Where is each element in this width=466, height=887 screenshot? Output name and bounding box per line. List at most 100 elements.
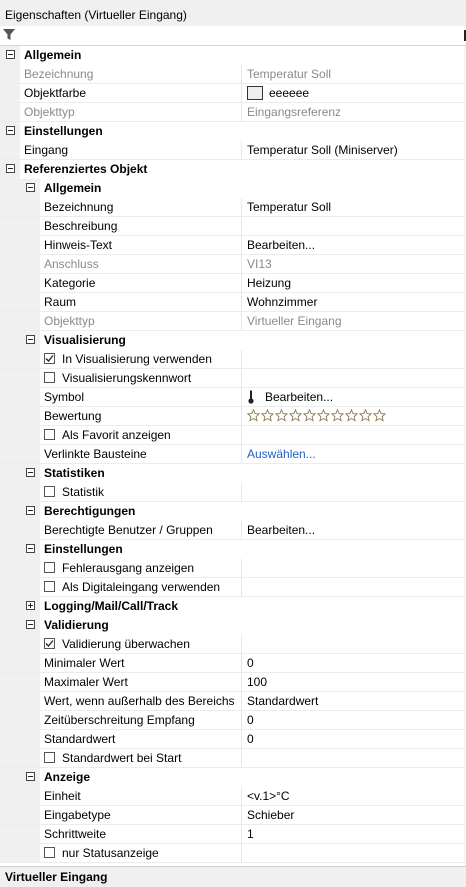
category-visualisierung[interactable]: Visualisierung [0, 331, 466, 350]
property-row-symbol[interactable]: Symbol Bearbeiten... [0, 388, 466, 407]
property-row-anschluss[interactable]: Anschluss VI13 [0, 255, 466, 274]
collapse-icon[interactable] [26, 620, 35, 629]
property-value-text[interactable]: Auswählen... [247, 447, 316, 461]
property-row-kategorie[interactable]: Kategorie Heizung [0, 274, 466, 293]
category-allgemein[interactable]: Allgemein [0, 179, 466, 198]
category-einstellungen[interactable]: Einstellungen [0, 122, 466, 141]
property-row-wert-wenn-außerhalb-des-bereichs[interactable]: Wert, wenn außerhalb des Bereichs Standar… [0, 692, 466, 711]
property-row-hinweis-text[interactable]: Hinweis-Text Bearbeiten... [0, 236, 466, 255]
property-row-statistik[interactable]: Statistik [0, 483, 466, 502]
star-icon[interactable] [344, 408, 359, 422]
property-row-raum[interactable]: Raum Wohnzimmer [0, 293, 466, 312]
property-row-als-favorit-anzeigen[interactable]: Als Favorit anzeigen [0, 426, 466, 445]
property-value[interactable]: Heizung [241, 274, 448, 292]
property-value[interactable]: 100 [241, 673, 448, 691]
collapse-icon[interactable] [6, 164, 15, 173]
property-value[interactable]: Bearbeiten... [241, 521, 448, 539]
property-row-nur-statusanzeige[interactable]: nur Statusanzeige [0, 844, 466, 863]
collapse-icon[interactable] [26, 772, 35, 781]
property-value[interactable]: Standardwert [241, 692, 448, 710]
property-value[interactable] [241, 559, 448, 577]
property-row-bezeichnung[interactable]: Bezeichnung Temperatur Soll [0, 65, 466, 84]
property-row-schrittweite[interactable]: Schrittweite 1 [0, 825, 466, 844]
property-value[interactable] [241, 407, 448, 425]
property-value[interactable]: eeeeee [241, 84, 448, 102]
collapse-icon[interactable] [26, 544, 35, 553]
category-statistiken[interactable]: Statistiken [0, 464, 466, 483]
property-value[interactable]: 0 [241, 711, 448, 729]
property-row-validierung-überwachen[interactable]: Validierung überwachen [0, 635, 466, 654]
collapse-icon[interactable] [26, 506, 35, 515]
star-icon[interactable] [288, 408, 303, 422]
checkbox[interactable] [44, 486, 55, 497]
star-icon[interactable] [358, 408, 373, 422]
property-row-bewertung[interactable]: Bewertung [0, 407, 466, 426]
property-row-als-digitaleingang-verwenden[interactable]: Als Digitaleingang verwenden [0, 578, 466, 597]
collapse-icon[interactable] [6, 50, 15, 59]
property-value[interactable]: Bearbeiten... [241, 388, 448, 406]
property-row-maximaler-wert[interactable]: Maximaler Wert 100 [0, 673, 466, 692]
star-icon[interactable] [330, 408, 345, 422]
color-swatch[interactable] [247, 86, 263, 100]
filter-bar[interactable] [0, 26, 466, 46]
property-value[interactable] [241, 369, 448, 387]
property-value[interactable]: 0 [241, 654, 448, 672]
star-icon[interactable] [302, 408, 317, 422]
checkbox[interactable] [44, 372, 55, 383]
property-row-einheit[interactable]: Einheit <v.1>°C [0, 787, 466, 806]
property-value[interactable] [241, 217, 448, 235]
collapse-icon[interactable] [26, 468, 35, 477]
property-value[interactable]: Bearbeiten... [241, 236, 448, 254]
category-logging-mail-call-track[interactable]: Logging/Mail/Call/Track [0, 597, 466, 616]
star-icon[interactable] [316, 408, 331, 422]
property-value[interactable] [241, 350, 448, 368]
collapse-icon[interactable] [26, 183, 35, 192]
checkbox[interactable] [44, 752, 55, 763]
expand-icon[interactable] [26, 601, 35, 610]
category-berechtigungen[interactable]: Berechtigungen [0, 502, 466, 521]
property-row-standardwert[interactable]: Standardwert 0 [0, 730, 466, 749]
checkbox[interactable] [44, 353, 55, 364]
property-value[interactable] [241, 483, 448, 501]
star-icon[interactable] [246, 408, 261, 422]
star-icon[interactable] [274, 408, 289, 422]
property-value[interactable]: Temperatur Soll [241, 198, 448, 216]
star-icon[interactable] [372, 408, 387, 422]
property-row-beschreibung[interactable]: Beschreibung [0, 217, 466, 236]
checkbox[interactable] [44, 847, 55, 858]
checkbox[interactable] [44, 562, 55, 573]
property-value[interactable] [241, 749, 448, 767]
property-value[interactable]: 0 [241, 730, 448, 748]
category-einstellungen[interactable]: Einstellungen [0, 540, 466, 559]
checkbox[interactable] [44, 581, 55, 592]
property-row-objektfarbe[interactable]: Objektfarbe eeeeee [0, 84, 466, 103]
category-anzeige[interactable]: Anzeige [0, 768, 466, 787]
property-row-fehlerausgang-anzeigen[interactable]: Fehlerausgang anzeigen [0, 559, 466, 578]
category-allgemein[interactable]: Allgemein [0, 46, 466, 65]
star-icon[interactable] [260, 408, 275, 422]
category-validierung[interactable]: Validierung [0, 616, 466, 635]
property-row-eingabetype[interactable]: Eingabetype Schieber [0, 806, 466, 825]
property-row-minimaler-wert[interactable]: Minimaler Wert 0 [0, 654, 466, 673]
property-value[interactable]: Auswählen... [241, 445, 448, 463]
property-row-berechtigte-benutzer-gruppen[interactable]: Berechtigte Benutzer / Gruppen Bearbeiten… [0, 521, 466, 540]
collapse-icon[interactable] [26, 335, 35, 344]
collapse-icon[interactable] [6, 126, 15, 135]
property-row-verlinkte-bausteine[interactable]: Verlinkte Bausteine Auswählen... [0, 445, 466, 464]
property-value[interactable] [241, 635, 448, 653]
filter-icon[interactable] [3, 29, 15, 41]
property-row-objekttyp[interactable]: Objekttyp Virtueller Eingang [0, 312, 466, 331]
property-value[interactable]: Wohnzimmer [241, 293, 448, 311]
checkbox[interactable] [44, 429, 55, 440]
property-value[interactable]: Schieber [241, 806, 448, 824]
property-row-in-visualisierung-verwenden[interactable]: In Visualisierung verwenden [0, 350, 466, 369]
property-value[interactable]: Temperatur Soll (Miniserver) [241, 141, 448, 159]
property-row-eingang[interactable]: Eingang Temperatur Soll (Miniserver) [0, 141, 466, 160]
property-value[interactable] [241, 426, 448, 444]
property-row-bezeichnung[interactable]: Bezeichnung Temperatur Soll [0, 198, 466, 217]
property-value[interactable]: <v.1>°C [241, 787, 448, 805]
rating-stars[interactable] [246, 408, 387, 425]
property-value[interactable] [241, 578, 448, 596]
property-row-standardwert-bei-start[interactable]: Standardwert bei Start [0, 749, 466, 768]
property-value[interactable]: 1 [241, 825, 448, 843]
